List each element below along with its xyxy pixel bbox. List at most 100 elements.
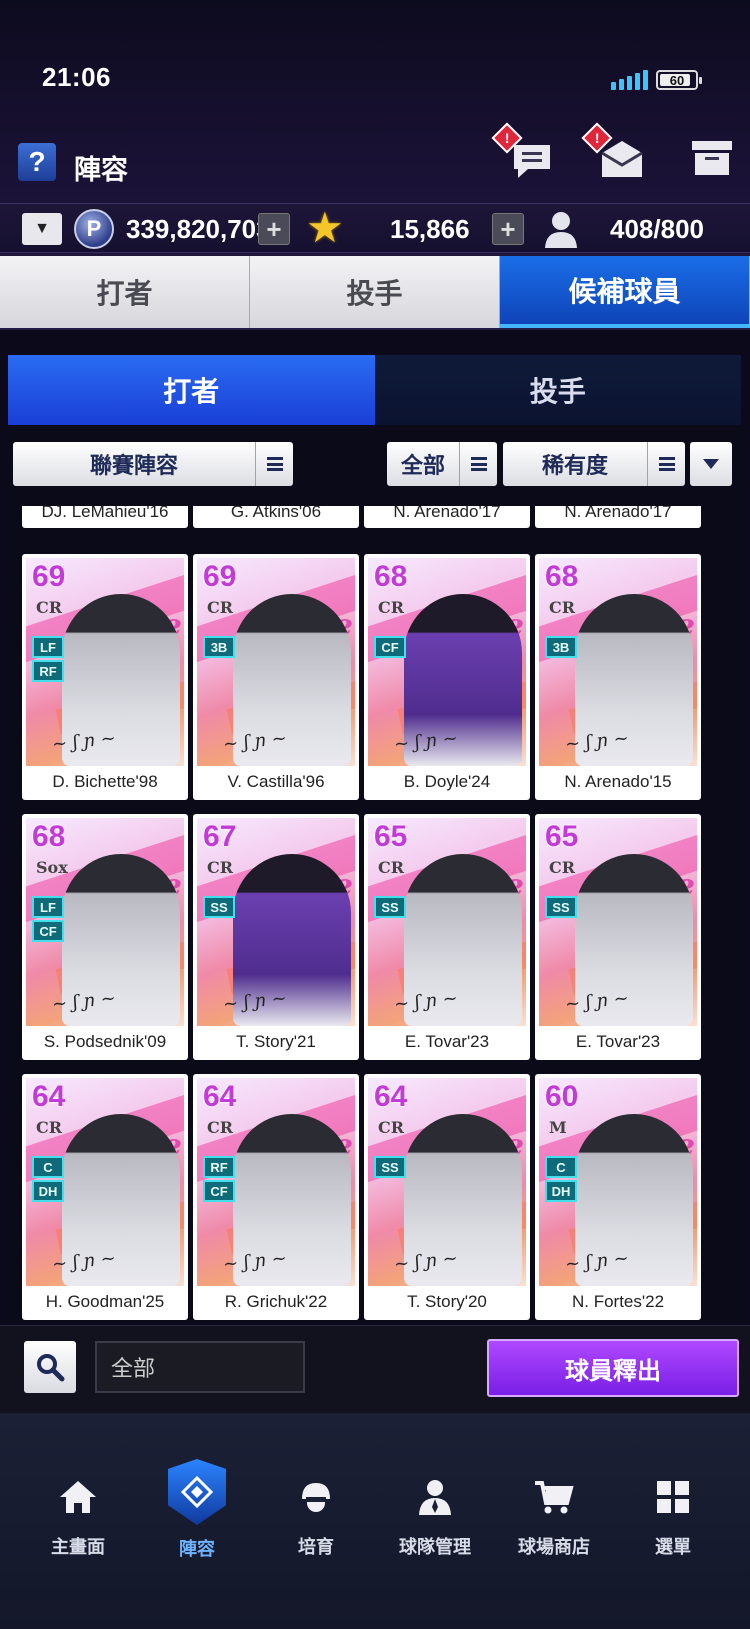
player-card[interactable]: me~ ʃ ɲ ~64CRRFCFR. Grichuk'22 <box>193 1074 359 1320</box>
player-card-name: E. Tovar'23 <box>404 1032 490 1051</box>
position-badge: CF <box>203 1180 235 1202</box>
tab-reserves[interactable]: 候補球員 <box>500 256 750 328</box>
team-logo-icon: CR <box>378 1118 405 1137</box>
nav-training-label: 培育 <box>298 1537 334 1557</box>
search-input[interactable]: 全部 <box>95 1341 305 1393</box>
player-card[interactable]: me~ ʃ ɲ ~67CRSST. Story'21 <box>193 814 359 1060</box>
player-card-name: DJ. LeMahieu'16 <box>41 506 169 521</box>
star-icon: ★ <box>306 204 344 251</box>
nav-training[interactable]: 培育 <box>257 1463 375 1573</box>
player-overall-rating: 64 <box>203 1080 237 1113</box>
battery-icon: 60 <box>656 70 702 90</box>
roster-count: 408/800 <box>610 214 704 244</box>
player-card-name: V. Castilla'96 <box>227 772 325 791</box>
team-logo-icon: CR <box>207 598 234 617</box>
nav-lineup-label: 陣容 <box>179 1539 215 1559</box>
nav-menu[interactable]: 選單 <box>614 1463 732 1573</box>
team-logo-icon: M <box>549 1118 567 1137</box>
nav-home-label: 主畫面 <box>51 1537 105 1557</box>
team-logo-icon: CR <box>378 858 405 877</box>
diamond-icon <box>168 1459 226 1525</box>
position-badge: C <box>32 1156 64 1178</box>
player-card-partial[interactable]: G. Atkins'06 <box>193 506 359 528</box>
rarity-sort-label: 稀有度 <box>541 453 608 478</box>
currency-dropdown-button[interactable]: ▼ <box>22 213 62 245</box>
tab-batters[interactable]: 打者 <box>0 256 250 328</box>
nav-home[interactable]: 主畫面 <box>19 1463 137 1573</box>
grid-menu-icon <box>651 1475 695 1519</box>
notice-button[interactable]: ! <box>491 122 556 183</box>
player-overall-rating: 64 <box>374 1080 408 1113</box>
player-overall-rating: 65 <box>545 820 579 853</box>
roster-person-icon <box>540 208 582 250</box>
player-overall-rating: 69 <box>203 560 237 593</box>
menu-icon <box>459 442 497 486</box>
nav-team-management[interactable]: 球隊管理 <box>376 1463 494 1573</box>
add-points-button[interactable]: + <box>258 213 290 245</box>
player-card-grid: DJ. LeMahieu'16 G. Atkins'06 N. Arenado'17… <box>8 506 741 1321</box>
player-overall-rating: 60 <box>545 1080 579 1113</box>
team-logo-icon: Sox <box>36 858 68 877</box>
subtab-pitchers[interactable]: 投手 <box>374 355 741 425</box>
player-card[interactable]: me~ ʃ ɲ ~64CRSST. Story'20 <box>364 1074 530 1320</box>
player-card[interactable]: me~ ʃ ɲ ~64CRCDHH. Goodman'25 <box>22 1074 188 1320</box>
add-stars-button[interactable]: + <box>492 213 524 245</box>
signal-icon <box>611 70 648 90</box>
status-indicators: 60 <box>611 70 702 90</box>
help-button[interactable]: ? <box>18 143 56 181</box>
tab-pitchers[interactable]: 投手 <box>250 256 500 328</box>
team-logo-icon: CR <box>207 858 234 877</box>
player-card-name: S. Podsednik'09 <box>43 1032 167 1051</box>
p-coin-icon: P <box>74 209 114 249</box>
player-card-partial[interactable]: N. Arenado'17 <box>535 506 701 528</box>
player-card[interactable]: me~ ʃ ɲ ~65CRSSE. Tovar'23 <box>535 814 701 1060</box>
player-overall-rating: 68 <box>32 820 66 853</box>
player-overall-rating: 68 <box>545 560 579 593</box>
position-badge: RF <box>203 1156 235 1178</box>
player-card-name: G. Atkins'06 <box>230 506 322 521</box>
chevron-down-icon <box>703 459 719 469</box>
nav-shop[interactable]: 球場商店 <box>495 1463 613 1573</box>
nav-shop-label: 球場商店 <box>518 1537 590 1557</box>
nav-lineup[interactable]: 陣容 <box>138 1459 256 1573</box>
release-player-button[interactable]: 球員釋出 <box>487 1339 739 1397</box>
team-logo-icon: CR <box>549 598 576 617</box>
all-filter-label: 全部 <box>400 453 445 478</box>
storage-button[interactable] <box>690 135 738 183</box>
player-card[interactable]: me~ ʃ ɲ ~68SoxLFCFS. Podsednik'09 <box>22 814 188 1060</box>
position-badge: SS <box>374 1156 406 1178</box>
player-card[interactable]: me~ ʃ ɲ ~68CR3BN. Arenado'15 <box>535 554 701 800</box>
player-card[interactable]: me~ ʃ ɲ ~68CRCFB. Doyle'24 <box>364 554 530 800</box>
player-card-name: N. Arenado'15 <box>564 772 672 791</box>
player-card-partial[interactable]: DJ. LeMahieu'16 <box>22 506 188 528</box>
position-badge: LF <box>32 636 64 658</box>
player-card-name: T. Story'21 <box>236 1032 316 1051</box>
position-badge: RF <box>32 660 64 682</box>
mail-button[interactable]: ! <box>581 122 646 183</box>
stars-value: 15,866 <box>390 214 470 244</box>
team-logo-icon: CR <box>378 598 405 617</box>
all-filter[interactable]: 全部 <box>387 442 497 486</box>
subtab-batters[interactable]: 打者 <box>8 355 375 425</box>
player-card[interactable]: me~ ʃ ɲ ~65CRSSE. Tovar'23 <box>364 814 530 1060</box>
sort-order-button[interactable] <box>690 442 732 486</box>
battery-level: 60 <box>669 72 685 88</box>
search-button[interactable] <box>24 1341 76 1393</box>
player-card-name: E. Tovar'23 <box>575 1032 661 1051</box>
league-roster-filter[interactable]: 聯賽陣容 <box>13 442 293 486</box>
nav-menu-label: 選單 <box>655 1537 691 1557</box>
player-card-partial[interactable]: N. Arenado'17 <box>364 506 530 528</box>
player-card[interactable]: me~ ʃ ɲ ~60MCDHN. Fortes'22 <box>535 1074 701 1320</box>
player-card[interactable]: me~ ʃ ɲ ~69CRLFRFD. Bichette'98 <box>22 554 188 800</box>
storage-box-icon <box>692 141 732 175</box>
player-card-name: R. Grichuk'22 <box>224 1292 328 1311</box>
player-card-name: N. Arenado'17 <box>393 506 501 521</box>
position-badge: 3B <box>545 636 577 658</box>
player-card-name: N. Arenado'17 <box>564 506 672 521</box>
player-card[interactable]: me~ ʃ ɲ ~69CR3BV. Castilla'96 <box>193 554 359 800</box>
status-time: 21:06 <box>42 62 111 92</box>
position-badge: SS <box>545 896 577 918</box>
rarity-sort[interactable]: 稀有度 <box>503 442 685 486</box>
cart-icon <box>532 1475 576 1519</box>
player-card-name: B. Doyle'24 <box>403 772 491 791</box>
